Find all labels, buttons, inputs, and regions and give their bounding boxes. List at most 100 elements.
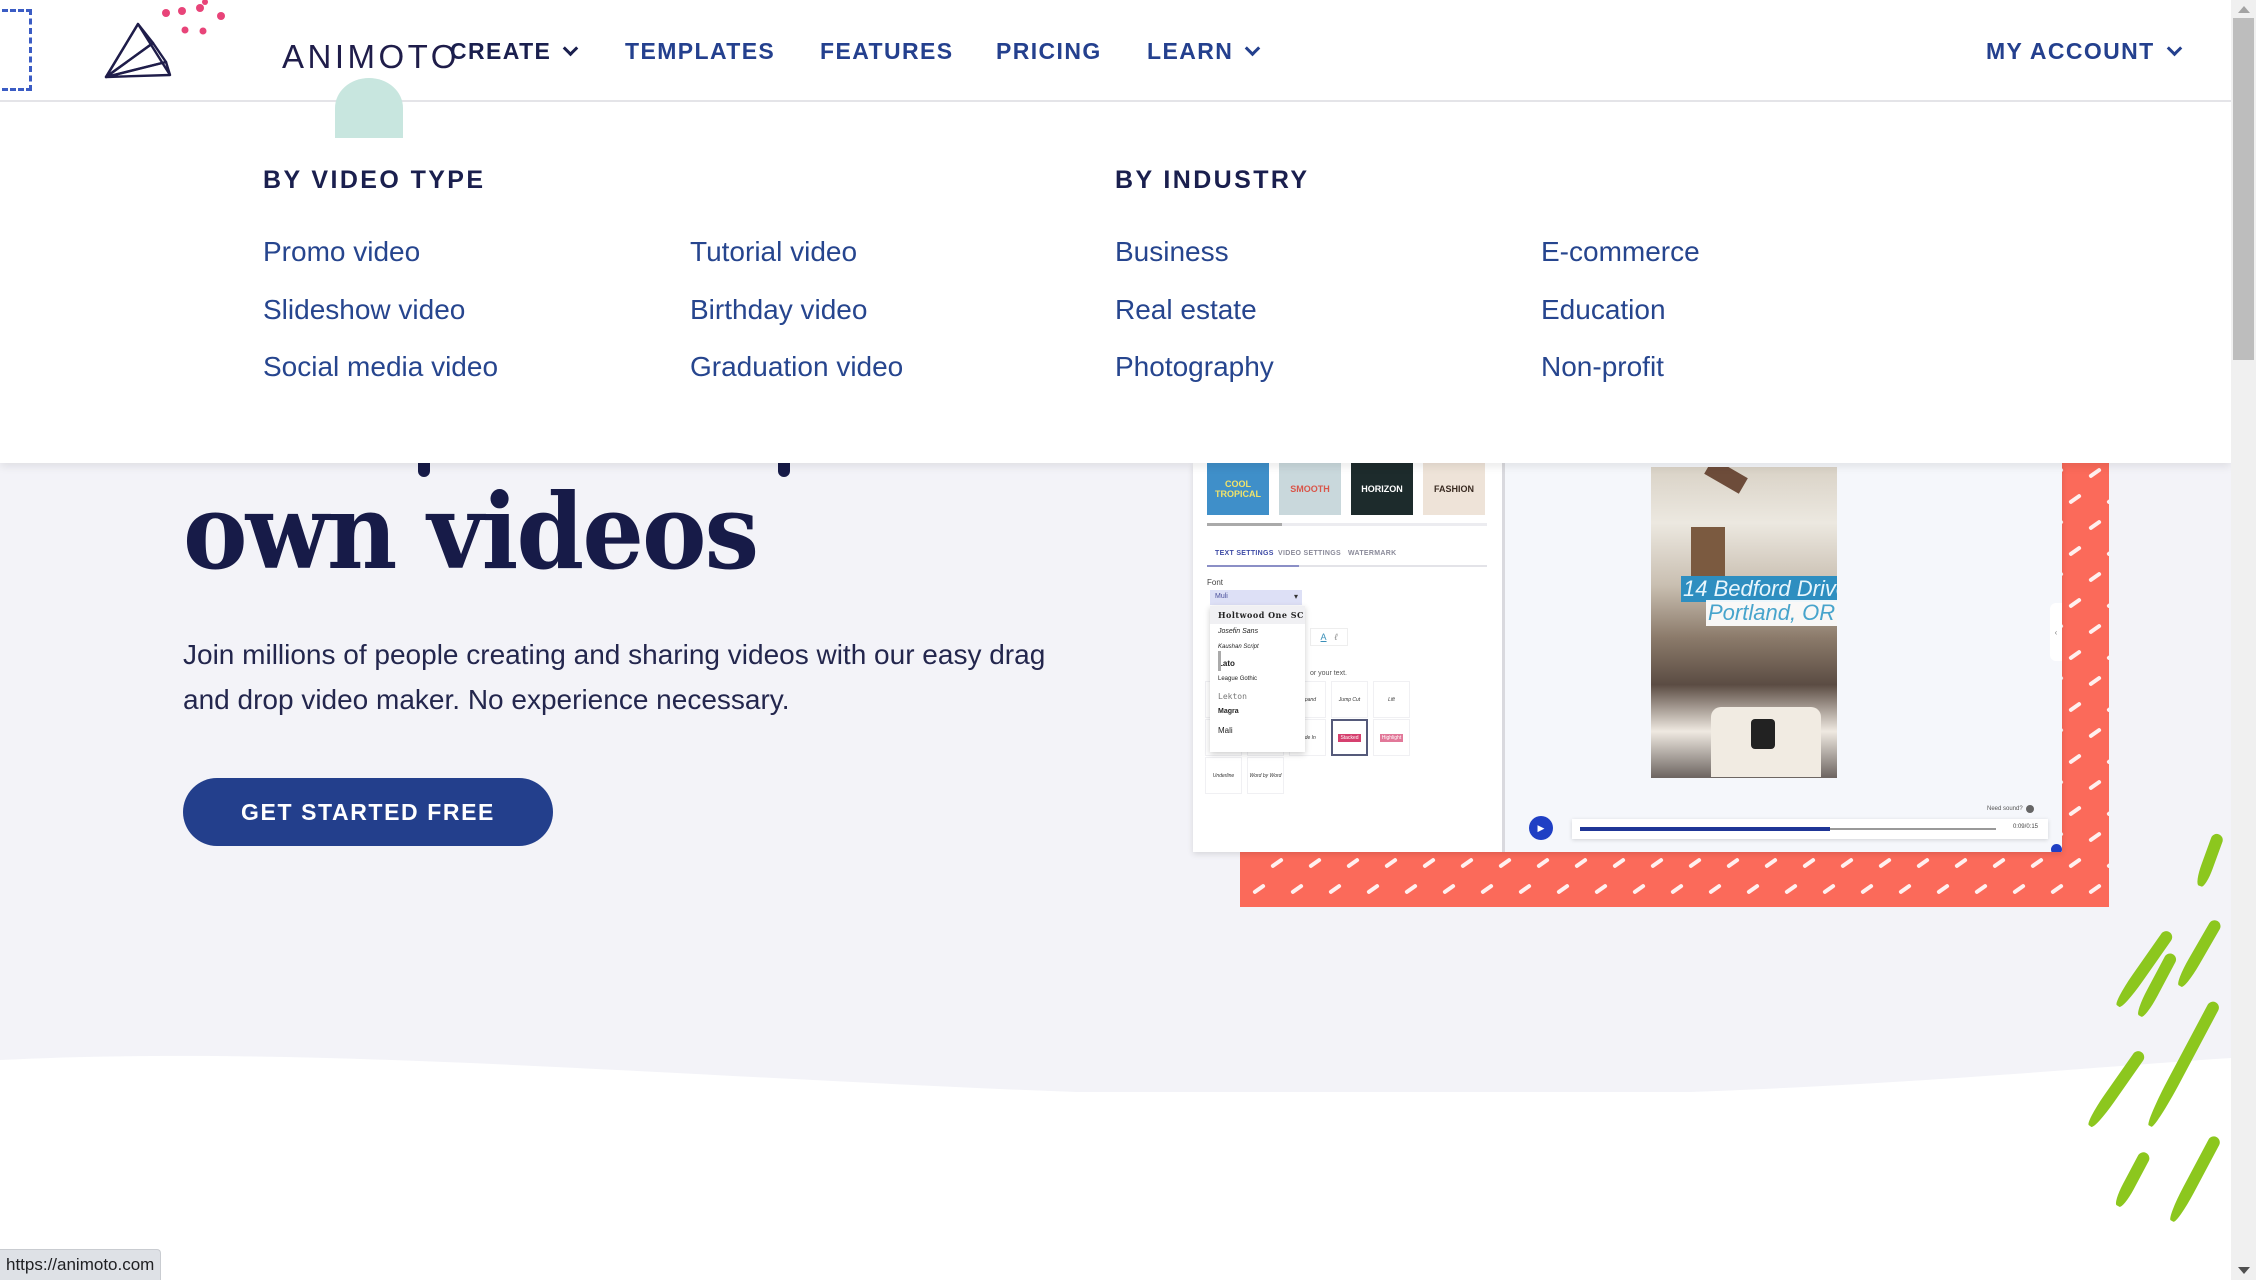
pattern-mark [1611,857,1626,869]
mega-heading-video-type: BY VIDEO TYPE [263,166,486,194]
tab-indicator [1207,565,1487,567]
nav-templates[interactable]: TEMPLATES [625,38,775,65]
progress-fill [1580,827,1830,831]
nav-learn[interactable]: LEARN [1147,38,1261,65]
nav-learn-label: LEARN [1147,38,1234,64]
menu-link-birthday-video[interactable]: Birthday video [690,294,867,326]
pattern-mark [1631,883,1646,895]
tab-video-settings[interactable]: VIDEO SETTINGS [1278,550,1341,557]
menu-link-graduation-video[interactable]: Graduation video [690,351,903,383]
menu-link-business[interactable]: Business [1115,236,1229,268]
font-option[interactable]: Josefin Sans [1218,628,1258,635]
scroll-down-arrow-icon[interactable] [2238,1267,2250,1274]
photo-detail [1751,719,1775,749]
animation-hint: or your text. [1310,670,1347,677]
animation-card[interactable]: Jump Cut [1331,681,1368,718]
highlight-icon[interactable]: ℓ [1335,632,1338,642]
animation-card[interactable]: Word by Word [1247,757,1284,794]
tab-watermark[interactable]: WATERMARK [1348,550,1396,557]
nav-create[interactable]: CREATE [450,38,579,65]
animation-card[interactable]: Underline [1205,757,1242,794]
thumb-scrollbar[interactable] [1207,523,1487,526]
pattern-mark [1649,857,1664,869]
menu-link-promo-video[interactable]: Promo video [263,236,420,268]
video-progress-bar[interactable]: 0:09/0:15 [1572,819,2048,839]
caption-line-2: Portland, OR [1706,600,1837,626]
menu-link-slideshow-video[interactable]: Slideshow video [263,294,465,326]
style-thumb-horizon[interactable]: HORIZON [1351,463,1413,515]
play-button[interactable]: ▶ [1529,816,1553,840]
animation-card-selected[interactable]: Stacked [1331,719,1368,756]
menu-link-tutorial-video[interactable]: Tutorial video [690,236,857,268]
pattern-mark [1801,857,1816,869]
nav-pricing-label: PRICING [996,38,1102,64]
scrollbar-thumb[interactable] [2233,18,2254,360]
pattern-mark [2087,831,2102,843]
font-select[interactable]: Muli [1210,590,1302,605]
pattern-mark [2105,857,2109,869]
menu-link-real-estate[interactable]: Real estate [1115,294,1257,326]
pattern-mark [2105,493,2109,505]
pattern-mark [2105,545,2109,557]
menu-link-social-media-video[interactable]: Social media video [263,351,498,383]
pattern-mark [2067,701,2082,713]
need-sound[interactable]: Need sound? [1987,805,2034,813]
pattern-mark [2087,675,2102,687]
pattern-mark [1327,883,1342,895]
page-scrollbar[interactable] [2231,0,2256,1280]
decorative-blob [335,78,403,138]
pattern-mark [1877,857,1892,869]
pattern-mark [2105,597,2109,609]
font-option[interactable]: Mali [1218,726,1233,735]
pattern-mark [2087,779,2102,791]
style-thumb-cool-tropical[interactable]: COOL TROPICAL [1207,463,1269,515]
help-icon[interactable] [2051,844,2062,852]
pattern-mark [1821,883,1836,895]
nav-features[interactable]: FEATURES [820,38,953,65]
dropdown-scrollbar[interactable] [1218,651,1221,671]
menu-link-non-profit[interactable]: Non-profit [1541,351,1664,383]
progress-track[interactable] [1580,827,1996,831]
pattern-mark [2067,805,2082,817]
pattern-mark [1517,883,1532,895]
pattern-mark [2087,467,2102,479]
menu-link-photography[interactable]: Photography [1115,351,1274,383]
font-label: Font [1207,578,1224,587]
style-thumb-fashion[interactable]: FASHION [1423,463,1485,515]
pattern-mark [1365,883,1380,895]
pattern-mark [2105,805,2109,817]
pattern-mark [1535,857,1550,869]
collapse-panel-handle[interactable]: ‹ [2050,603,2062,661]
pattern-mark [1441,883,1456,895]
pattern-mark [1935,883,1950,895]
editor-preview: COOL TROPICAL SMOOTH HORIZON FASHION TEX… [1193,463,2062,852]
pattern-mark [1991,857,2006,869]
pattern-mark [1763,857,1778,869]
pattern-mark [1897,883,1912,895]
tab-text-settings[interactable]: TEXT SETTINGS [1215,550,1274,557]
menu-link-education[interactable]: Education [1541,294,1666,326]
font-option[interactable]: Lekton [1218,692,1247,701]
font-option[interactable]: League Gothic [1218,676,1257,682]
text-color-icon[interactable]: A [1321,632,1327,642]
scroll-up-arrow-icon[interactable] [2238,6,2250,13]
nav-create-label: CREATE [450,38,552,64]
font-option[interactable]: Kaushan Script [1218,644,1259,650]
animoto-logo[interactable]: ANIMOTO [100,0,456,100]
animation-card[interactable]: Lift [1373,681,1410,718]
info-icon [2025,805,2034,813]
heading-glyph-fragment [778,463,790,477]
animation-card[interactable]: Highlight [1373,719,1410,756]
nav-my-account[interactable]: MY ACCOUNT [1986,38,2182,65]
animation-card-label: Highlight [1379,733,1404,742]
need-sound-label: Need sound? [1987,806,2023,812]
menu-link-e-commerce[interactable]: E-commerce [1541,236,1700,268]
pattern-mark [2087,727,2102,739]
font-option[interactable]: Magra [1218,708,1239,715]
font-option[interactable]: Holtwood One SC [1210,606,1305,624]
style-thumb-smooth[interactable]: SMOOTH [1279,463,1341,515]
nav-pricing[interactable]: PRICING [996,38,1102,65]
pattern-mark [1421,857,1436,869]
text-color-controls[interactable]: A ℓ [1310,628,1348,646]
get-started-free-button[interactable]: GET STARTED FREE [183,778,553,846]
